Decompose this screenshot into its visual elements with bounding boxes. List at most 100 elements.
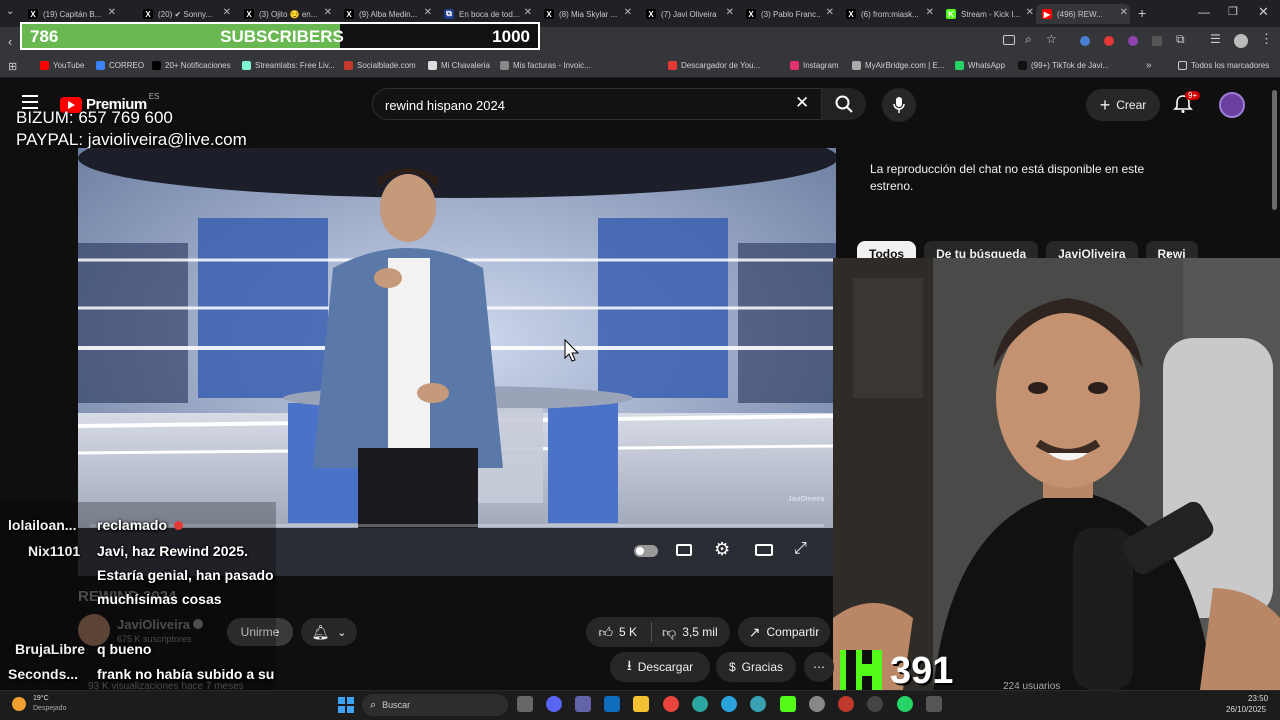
clear-search-icon[interactable]: ✕ [795, 93, 809, 113]
theater-mode-icon[interactable] [755, 544, 773, 556]
tab-close-icon[interactable]: ✕ [1026, 7, 1034, 18]
bookmark-item[interactable]: (99+) TikTok de Javi... [1018, 61, 1109, 70]
browser-app-icon[interactable] [750, 696, 766, 712]
search-input[interactable] [385, 95, 785, 115]
chrome-icon[interactable] [663, 696, 679, 712]
browser-tab[interactable]: X (9) Alba Medin... ✕ [338, 4, 434, 24]
tab-favicon-icon: ⧉ [444, 9, 454, 19]
browser-tab[interactable]: X (7) Javi Oliveira ✕ [640, 4, 736, 24]
tab-close-icon[interactable]: ✕ [108, 7, 116, 18]
extension-a-icon[interactable] [1080, 36, 1090, 46]
browser-tab[interactable]: X (19) Capitán B... ✕ [22, 4, 118, 24]
extension-c-icon[interactable] [1128, 36, 1138, 46]
bookmark-item[interactable]: CORREO [96, 61, 144, 70]
edge-icon[interactable] [692, 696, 708, 712]
discord-icon[interactable] [546, 696, 562, 712]
streaming-app-icon[interactable] [809, 696, 825, 712]
share-button[interactable]: ↗ Compartir [738, 617, 830, 647]
bookmark-item[interactable]: 20+ Notificaciones [152, 61, 231, 70]
tab-close-icon[interactable]: ✕ [726, 7, 734, 18]
bookmark-item[interactable]: WhatsApp [955, 61, 1005, 70]
bookmark-item[interactable]: MyAirBridge.com | E... [852, 61, 944, 70]
tab-favicon-icon: X [28, 9, 38, 19]
like-count[interactable]: 5 K [619, 625, 637, 639]
search-button[interactable] [822, 88, 866, 120]
settings-gear-icon[interactable]: ⚙ [714, 539, 730, 560]
autoplay-toggle[interactable] [634, 545, 658, 557]
extension-d-icon[interactable] [1152, 36, 1162, 46]
notifications-button[interactable]: 9+ [1173, 91, 1201, 116]
browser-tab[interactable]: ▶ (496) REW... ✕ [1036, 4, 1130, 24]
account-avatar[interactable] [1219, 92, 1245, 118]
tab-close-icon[interactable]: ✕ [223, 7, 231, 18]
bookmark-item[interactable]: Streamlabs: Free Liv... [242, 61, 335, 70]
app-icon-b[interactable] [926, 696, 942, 712]
tab-close-icon[interactable]: ✕ [624, 7, 632, 18]
thumbs-up-icon[interactable]: 👍︎ [598, 624, 613, 641]
create-button[interactable]: + Crear [1086, 89, 1160, 121]
close-window-button[interactable]: ✕ [1258, 4, 1269, 20]
tab-close-icon[interactable]: ✕ [424, 7, 432, 18]
minimize-window-button[interactable]: — [1198, 5, 1210, 19]
kick-app-icon[interactable] [780, 696, 796, 712]
apps-grid-icon[interactable]: ⊞ [8, 60, 17, 73]
bookmark-star-icon[interactable]: ☆ [1046, 32, 1057, 46]
bookmark-item[interactable]: Mis facturas - Invoic... [500, 61, 591, 70]
reading-list-icon[interactable]: ☰ [1210, 32, 1221, 46]
restore-window-button[interactable]: ❐ [1228, 5, 1238, 18]
browser-tab[interactable]: X (8) Mia Skylar ... ✕ [538, 4, 634, 24]
taskbar-search[interactable]: ⌕ Buscar [362, 694, 508, 716]
start-button[interactable] [338, 697, 354, 713]
teams-icon[interactable] [575, 696, 591, 712]
browser-tab[interactable]: X (3) Ojito 😏 en... ✕ [238, 4, 334, 24]
paypal-text: PAYPAL: javioliveira@live.com [16, 130, 247, 149]
tab-close-icon[interactable]: ✕ [524, 7, 532, 18]
download-button[interactable]: ⭳ Descargar [610, 652, 710, 682]
tab-close-icon[interactable]: ✕ [926, 7, 934, 18]
browser-tab[interactable]: X (6) from:miask... ✕ [840, 4, 936, 24]
fullscreen-icon[interactable]: ⤢ [794, 540, 807, 558]
extension-b-icon[interactable] [1104, 36, 1114, 46]
browser-tab[interactable]: X (20) ✔ Sonny... ✕ [137, 4, 233, 24]
subscribed-bell-button[interactable]: 🔔︎ ⌄ [301, 618, 357, 646]
cast-icon[interactable] [1003, 35, 1015, 45]
tab-search-chevron-icon[interactable]: ⌄ [6, 6, 14, 17]
chat-unavailable-notice: La reproducción del chat no está disponi… [870, 162, 1145, 193]
zoom-icon[interactable]: ⌕ [1025, 32, 1032, 47]
task-view-icon[interactable] [517, 696, 533, 712]
voice-search-button[interactable] [882, 88, 916, 122]
extensions-puzzle-icon[interactable]: ⧉ [1176, 32, 1185, 47]
thanks-button[interactable]: $ Gracias [716, 652, 796, 682]
profile-avatar[interactable] [1234, 34, 1248, 48]
dislike-count[interactable]: 3,5 mil [682, 625, 717, 639]
tab-close-icon[interactable]: ✕ [324, 7, 332, 18]
hamburger-menu-icon[interactable] [22, 95, 38, 109]
bookmark-item[interactable]: Mi Chavaleria [428, 61, 490, 70]
bookmark-item[interactable]: YouTube [40, 61, 84, 70]
bookmark-item[interactable]: Descargador de You... [668, 61, 760, 70]
outlook-icon[interactable] [604, 696, 620, 712]
telegram-icon[interactable] [721, 696, 737, 712]
browser-tab[interactable]: ⧉ En boca de tod... ✕ [438, 4, 534, 24]
weather-icon[interactable] [12, 697, 26, 711]
scrollbar[interactable] [1272, 90, 1277, 210]
obs-icon[interactable] [867, 696, 883, 712]
file-explorer-icon[interactable] [633, 696, 649, 712]
browser-tab[interactable]: X (3) Pablo Franc... ✕ [740, 4, 836, 24]
search-box[interactable]: ✕ [372, 88, 822, 120]
app-icon-a[interactable] [838, 696, 854, 712]
bookmark-item[interactable]: Socialblade.com [344, 61, 416, 70]
thumbs-down-icon[interactable]: 👎︎ [662, 624, 676, 641]
all-bookmarks-folder[interactable]: Todos los marcadores [1178, 61, 1269, 70]
subtitles-icon[interactable] [676, 544, 692, 556]
bookmarks-overflow-icon[interactable]: » [1146, 60, 1152, 71]
browser-menu-icon[interactable]: ⋮ [1260, 31, 1273, 47]
browser-tab[interactable]: K Stream - Kick I... ✕ [940, 4, 1036, 24]
back-arrow-icon[interactable]: ‹ [8, 34, 12, 49]
tab-close-icon[interactable]: ✕ [826, 7, 834, 18]
new-tab-button[interactable]: + [1138, 5, 1146, 21]
whatsapp-icon[interactable] [897, 696, 913, 712]
tab-close-icon[interactable]: ✕ [1120, 7, 1128, 18]
more-actions-button[interactable]: ⋯ [804, 652, 834, 682]
bookmark-item[interactable]: Instagram [790, 61, 839, 70]
